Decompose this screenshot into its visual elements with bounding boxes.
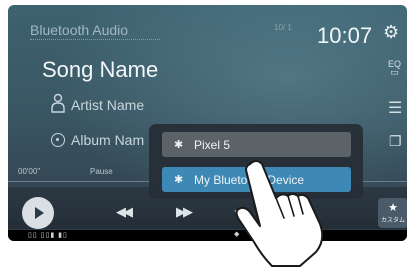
device-option-pixel-5[interactable]: ✱ Pixel 5 [162, 132, 351, 157]
gear-icon[interactable]: ⚙ [383, 22, 399, 43]
status-bar: ▯▯ ▯▯▮ ▮▯ ◆ [8, 230, 407, 241]
disc-icon [51, 133, 65, 147]
star-icon: ★ [388, 202, 398, 214]
song-title: Song Name [42, 57, 159, 82]
elapsed-time: 00'00" [18, 167, 41, 176]
list-icon[interactable]: ☰ [388, 98, 402, 118]
audio-source-selector[interactable]: Bluetooth Audio [30, 22, 128, 38]
status-icons-left: ▯▯ ▯▯▮ ▮▯ [28, 232, 68, 239]
next-track-icon[interactable]: ▶▶ [176, 204, 193, 220]
copy-icon[interactable]: ❐ [389, 133, 402, 150]
album-name: Album Nam [71, 132, 145, 148]
equalizer-icon[interactable]: EQ ▭ [388, 59, 402, 77]
playback-state: Pause [90, 167, 113, 176]
previous-track-icon[interactable]: ◀◀ [116, 204, 133, 220]
device-option-label: Pixel 5 [194, 138, 231, 152]
custom-button[interactable]: ★ カスタム [378, 198, 407, 228]
temperature-readout: 10/ 1 [274, 23, 292, 32]
play-button[interactable] [22, 197, 54, 229]
custom-label: カスタム [380, 218, 405, 224]
eq-label: EQ [388, 59, 402, 69]
head-unit-screen: Bluetooth Audio 10/ 1 10:07 ⚙ Song Name … [8, 5, 407, 241]
hand-pointer-icon [235, 160, 324, 267]
bluetooth-icon: ✱ [174, 174, 184, 186]
person-icon [51, 93, 65, 113]
source-underline [30, 39, 160, 40]
artist-name: Artist Name [71, 97, 145, 113]
clock: 10:07 [317, 23, 373, 48]
bluetooth-icon: ✱ [174, 139, 184, 151]
